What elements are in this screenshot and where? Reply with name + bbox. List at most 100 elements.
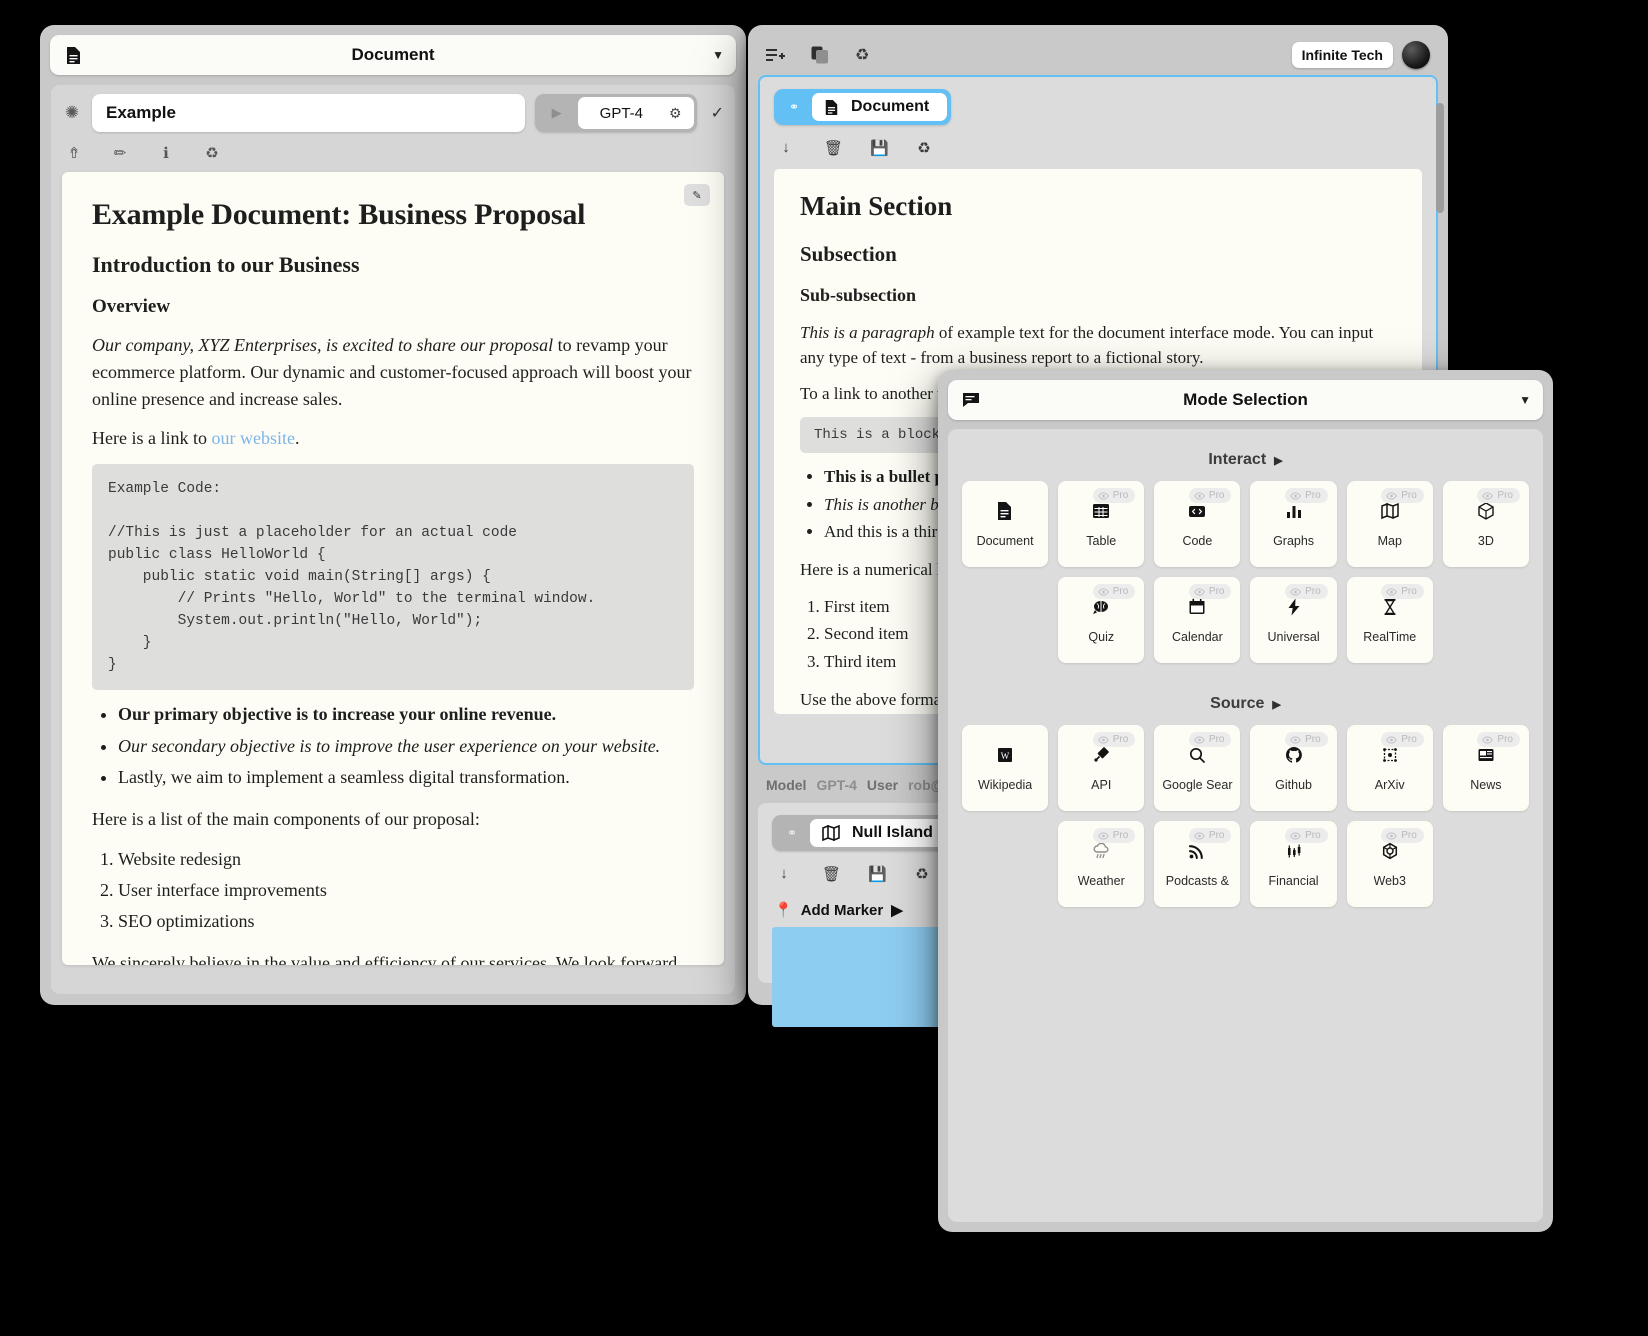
pro-badge: Pro bbox=[1092, 732, 1136, 747]
document-name-value: Example bbox=[106, 103, 176, 122]
mode-card-table[interactable]: Pro Table bbox=[1058, 481, 1145, 567]
download-icon[interactable]: ↓ bbox=[776, 865, 792, 883]
chevron-down-icon[interactable]: ▼ bbox=[712, 48, 724, 62]
save-icon[interactable]: 💾 bbox=[870, 139, 889, 157]
mode-card-label: Map bbox=[1377, 534, 1402, 548]
mode-card-graphs[interactable]: Pro Graphs bbox=[1250, 481, 1337, 567]
pro-badge: Pro bbox=[1381, 488, 1424, 503]
mode-card-label: ArXiv bbox=[1374, 778, 1405, 792]
mode-card-3d[interactable]: Pro 3D bbox=[1442, 481, 1529, 567]
trash-icon[interactable]: 🗑 bbox=[824, 139, 843, 157]
pro-badge-label: Pro bbox=[1112, 586, 1129, 597]
eye-icon bbox=[1290, 491, 1301, 500]
mode-card-code[interactable]: Pro Code bbox=[1154, 481, 1241, 567]
mode-card-document[interactable]: Document bbox=[962, 481, 1049, 567]
mode-card-financial[interactable]: Pro Financial bbox=[1250, 821, 1337, 907]
tab-document[interactable]: ⚭ Document bbox=[774, 89, 952, 125]
mode-card-github[interactable]: Pro Github bbox=[1250, 725, 1337, 811]
mode-card-weather[interactable]: Pro Weather bbox=[1058, 821, 1145, 907]
mode-card-label: Google Sear bbox=[1162, 778, 1233, 792]
save-icon[interactable]: 💾 bbox=[868, 865, 887, 883]
sparkle-icon[interactable]: ✺ bbox=[62, 103, 82, 123]
mode-card-news[interactable]: Pro News bbox=[1442, 725, 1529, 811]
document-name-input[interactable]: Example bbox=[92, 94, 525, 132]
tab-null-island[interactable]: ⚭ Null Island bbox=[772, 815, 955, 851]
search-icon bbox=[1187, 744, 1207, 766]
gear-icon[interactable]: ⚙ bbox=[669, 105, 682, 122]
info-icon[interactable]: ℹ bbox=[158, 144, 174, 162]
eye-icon bbox=[1482, 491, 1494, 500]
pro-badge-label: Pro bbox=[1401, 586, 1417, 597]
code-icon bbox=[1187, 500, 1207, 522]
confirm-check-icon[interactable]: ✓ bbox=[711, 103, 724, 123]
pro-badge-label: Pro bbox=[1497, 490, 1513, 501]
pencil-icon[interactable]: ✏ bbox=[112, 144, 128, 162]
bar-chart-icon bbox=[1284, 500, 1304, 522]
grid-spacer bbox=[962, 577, 1048, 663]
add-list-icon[interactable] bbox=[766, 47, 785, 64]
mode-card-calendar[interactable]: Pro Calendar bbox=[1154, 577, 1241, 663]
eye-icon bbox=[1290, 587, 1301, 596]
recycle-icon[interactable]: ♻ bbox=[855, 45, 869, 65]
source-mode-grid: W Wikipedia Pro API Pro Google Sear Pro Github P… bbox=[962, 725, 1529, 907]
right-doc-link[interactable]: link bbox=[834, 384, 860, 403]
pro-badge-label: Pro bbox=[1208, 586, 1225, 597]
edit-document-button[interactable]: ✎ bbox=[684, 184, 710, 206]
workspace-toolbar: ♻ Infinite Tech bbox=[758, 35, 1438, 75]
chevron-down-icon[interactable]: ▼ bbox=[1519, 393, 1531, 407]
upload-icon[interactable]: ⇮ bbox=[66, 144, 82, 162]
eye-icon bbox=[1482, 735, 1494, 744]
pin-icon: 📍 bbox=[774, 902, 793, 919]
run-button[interactable]: ▶ bbox=[538, 97, 576, 129]
left-window-titlebar[interactable]: Document ▼ bbox=[50, 35, 736, 75]
mode-card-quiz[interactable]: Pro Quiz bbox=[1058, 577, 1145, 663]
plug-icon bbox=[1091, 744, 1111, 766]
mode-card-wikipedia[interactable]: W Wikipedia bbox=[962, 725, 1049, 811]
mode-card-label: Table bbox=[1086, 534, 1117, 548]
pro-badge: Pro bbox=[1188, 828, 1232, 843]
recycle-icon[interactable]: ♻ bbox=[916, 139, 932, 157]
grip-handle-icon[interactable]: ⚭ bbox=[776, 826, 808, 840]
pro-badge: Pro bbox=[1381, 732, 1424, 747]
trash-icon[interactable]: 🗑 bbox=[822, 865, 841, 883]
chevron-right-icon[interactable]: ▶ bbox=[1272, 698, 1280, 711]
pro-badge-label: Pro bbox=[1305, 490, 1321, 501]
tab-document-inner[interactable]: Document bbox=[812, 93, 948, 121]
doc-website-link[interactable]: our website bbox=[211, 428, 294, 448]
eye-icon bbox=[1386, 491, 1398, 500]
mode-card-universal[interactable]: Pro Universal bbox=[1250, 577, 1337, 663]
mode-card-api[interactable]: Pro API bbox=[1058, 725, 1145, 811]
tab-null-island-inner[interactable]: Null Island bbox=[810, 819, 951, 847]
lightning-icon bbox=[1284, 596, 1304, 618]
chevron-right-icon[interactable]: ▶ bbox=[1274, 454, 1282, 467]
pro-badge: Pro bbox=[1381, 584, 1424, 599]
mode-card-map[interactable]: Pro Map bbox=[1346, 481, 1433, 567]
grip-handle-icon[interactable]: ⚭ bbox=[778, 100, 810, 114]
right-doc-paragraph-1: This is a paragraph of example text for … bbox=[800, 320, 1396, 370]
mode-card-podcasts[interactable]: Pro Podcasts & bbox=[1154, 821, 1241, 907]
web3-icon bbox=[1380, 840, 1400, 862]
recycle-icon[interactable]: ♻ bbox=[914, 865, 930, 883]
copy-icon[interactable] bbox=[811, 46, 829, 64]
document-canvas[interactable]: ✎ Example Document: Business Proposal In… bbox=[62, 172, 724, 965]
chevron-right-icon[interactable]: ▶ bbox=[891, 901, 903, 919]
mode-card-web3[interactable]: Pro Web3 bbox=[1346, 821, 1433, 907]
eye-icon bbox=[1097, 587, 1109, 596]
recycle-icon[interactable]: ♻ bbox=[204, 144, 220, 162]
model-dropdown[interactable]: GPT-4 ⚙ bbox=[577, 97, 694, 129]
doc-code-block: Example Code: //This is just a placehold… bbox=[92, 464, 694, 691]
download-icon[interactable]: ↓ bbox=[778, 139, 794, 157]
rss-icon bbox=[1187, 840, 1207, 862]
vertical-scrollbar[interactable] bbox=[1436, 103, 1444, 213]
mode-card-arxiv[interactable]: Pro ArXiv bbox=[1346, 725, 1433, 811]
brand-label[interactable]: Infinite Tech bbox=[1291, 42, 1393, 68]
mode-card-realtime[interactable]: Pro RealTime bbox=[1346, 577, 1433, 663]
mode-grid-body: Interact ▶ Document Pro Table Pro Code Pro Gra… bbox=[948, 429, 1543, 1222]
section-label-source: Source bbox=[1210, 695, 1265, 712]
mode-card-google-sear[interactable]: Pro Google Sear bbox=[1154, 725, 1241, 811]
mode-window-titlebar[interactable]: Mode Selection ▼ bbox=[948, 380, 1543, 420]
pro-badge-label: Pro bbox=[1208, 830, 1225, 841]
avatar[interactable] bbox=[1402, 41, 1430, 69]
right-doc-h2: Subsection bbox=[800, 242, 897, 266]
doc-link-paragraph: Here is a link to our website. bbox=[92, 425, 694, 452]
